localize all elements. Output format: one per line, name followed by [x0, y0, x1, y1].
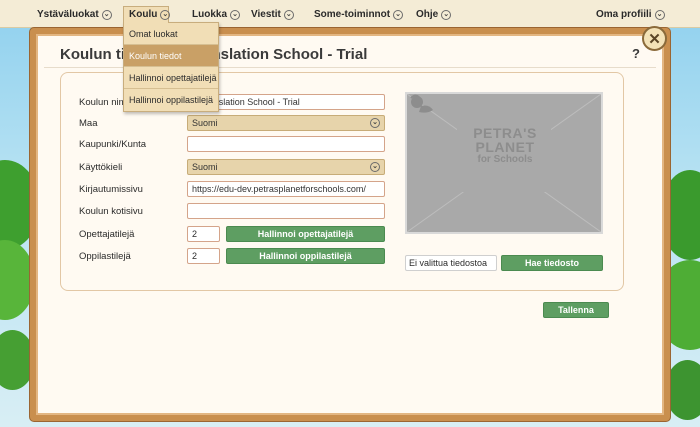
- menu-item-viestit[interactable]: Viestit ⌄: [248, 7, 297, 22]
- login-page-row: Kirjautumissivu https://edu-dev.petraspl…: [79, 181, 385, 197]
- chevron-down-icon: ⌄: [393, 9, 404, 20]
- menu-item-ohje[interactable]: Ohje ⌄: [413, 7, 454, 22]
- koulu-dropdown-menu: Omat luokat Koulun tiedot Hallinnoi opet…: [123, 22, 219, 112]
- city-input[interactable]: [187, 136, 385, 152]
- petra-mascot-icon: [410, 94, 433, 113]
- chevron-down-icon: ⌄: [101, 9, 112, 20]
- language-select[interactable]: Suomi ⌄: [187, 159, 385, 175]
- menu-item-oma-profiili[interactable]: Oma profiili ⌄: [593, 7, 668, 22]
- chevron-down-icon: ⌄: [370, 162, 380, 172]
- dropdown-item-koulun-tiedot[interactable]: Koulun tiedot: [124, 45, 218, 67]
- chevron-down-icon: ⌄: [230, 9, 241, 20]
- close-icon[interactable]: ✕: [642, 26, 667, 51]
- background-foliage: [665, 360, 700, 420]
- menu-item-some-toiminnot[interactable]: Some-toiminnot ⌄: [311, 7, 406, 22]
- language-row: Käyttökieli Suomi ⌄: [79, 159, 385, 175]
- petras-planet-logo: PETRA'S PLANET for Schools: [473, 125, 537, 165]
- login-page-input[interactable]: https://edu-dev.petrasplanetforschools.c…: [187, 181, 385, 197]
- help-icon[interactable]: ?: [632, 46, 640, 61]
- dropdown-item-hallinnoi-opettajatileja[interactable]: Hallinnoi opettajatilejä: [124, 67, 218, 89]
- file-status-field[interactable]: Ei valittua tiedostoa: [405, 255, 497, 271]
- menu-item-ystavaluokat[interactable]: Ystäväluokat ⌄: [34, 7, 115, 22]
- chevron-down-icon: ⌄: [283, 9, 294, 20]
- save-button[interactable]: Tallenna: [543, 302, 609, 318]
- chevron-down-icon: ⌄: [441, 9, 452, 20]
- menu-item-luokka[interactable]: Luokka ⌄: [189, 7, 243, 22]
- student-accounts-row: Oppilastilejä 2 Hallinnoi oppilastilejä: [79, 248, 385, 264]
- teacher-accounts-row: Opettajatilejä 2 Hallinnoi opettajatilej…: [79, 226, 385, 242]
- student-accounts-count[interactable]: 2: [187, 248, 220, 264]
- country-row: Maa Suomi ⌄: [79, 115, 385, 131]
- homepage-row: Koulun kotisivu: [79, 203, 385, 219]
- manage-teacher-accounts-button[interactable]: Hallinnoi opettajatilejä: [226, 226, 385, 242]
- dropdown-item-omat-luokat[interactable]: Omat luokat: [124, 23, 218, 45]
- menu-item-koulu[interactable]: Koulu ⌄: [126, 7, 173, 22]
- chevron-down-icon: ⌄: [654, 9, 665, 20]
- teacher-accounts-count[interactable]: 2: [187, 226, 220, 242]
- chevron-down-icon: ⌄: [160, 9, 171, 20]
- manage-student-accounts-button[interactable]: Hallinnoi oppilastilejä: [226, 248, 385, 264]
- chevron-down-icon: ⌄: [370, 118, 380, 128]
- dropdown-item-hallinnoi-oppilastileja[interactable]: Hallinnoi oppilastilejä: [124, 89, 218, 111]
- choose-file-button[interactable]: Hae tiedosto: [501, 255, 603, 271]
- country-select[interactable]: Suomi ⌄: [187, 115, 385, 131]
- school-logo-image: PETRA'S PLANET for Schools: [405, 92, 603, 234]
- top-menu-bar: Ystäväluokat ⌄ Luokka ⌄ Viestit ⌄ Some-t…: [0, 0, 700, 28]
- city-row: Kaupunki/Kunta: [79, 136, 385, 152]
- homepage-input[interactable]: [187, 203, 385, 219]
